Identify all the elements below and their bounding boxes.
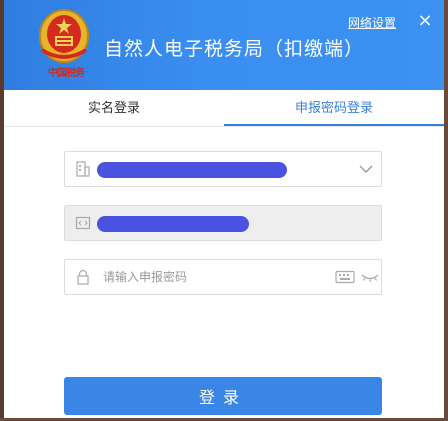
keyboard-icon[interactable] xyxy=(335,270,355,284)
id-number-field xyxy=(64,205,382,241)
app-header: 中国税务 自然人电子税务局（扣缴端） 网络设置 × xyxy=(4,0,444,90)
id-card-icon xyxy=(75,216,91,230)
password-input[interactable] xyxy=(103,268,323,286)
password-field[interactable] xyxy=(64,259,382,295)
login-tabs: 实名登录 申报密码登录 xyxy=(4,90,444,127)
close-button[interactable]: × xyxy=(414,10,436,32)
id-value-redacted xyxy=(97,216,249,232)
lock-icon xyxy=(77,269,89,285)
app-title: 自然人电子税务局（扣缴端） xyxy=(104,38,365,60)
emblem-caption: 中国税务 xyxy=(48,68,85,78)
account-select[interactable] xyxy=(64,151,382,187)
tax-emblem-icon xyxy=(39,9,89,63)
tabs-divider xyxy=(4,126,444,127)
window-frame-right xyxy=(444,0,448,421)
building-icon xyxy=(76,161,90,177)
tab-realname-login[interactable]: 实名登录 xyxy=(4,90,224,124)
eye-closed-icon[interactable] xyxy=(361,270,379,284)
chevron-down-icon[interactable] xyxy=(359,164,373,174)
network-settings-link[interactable]: 网络设置 xyxy=(348,14,396,31)
login-button[interactable]: 登录 xyxy=(64,377,382,415)
account-value-redacted xyxy=(97,162,287,178)
tab-password-login[interactable]: 申报密码登录 xyxy=(224,90,444,126)
